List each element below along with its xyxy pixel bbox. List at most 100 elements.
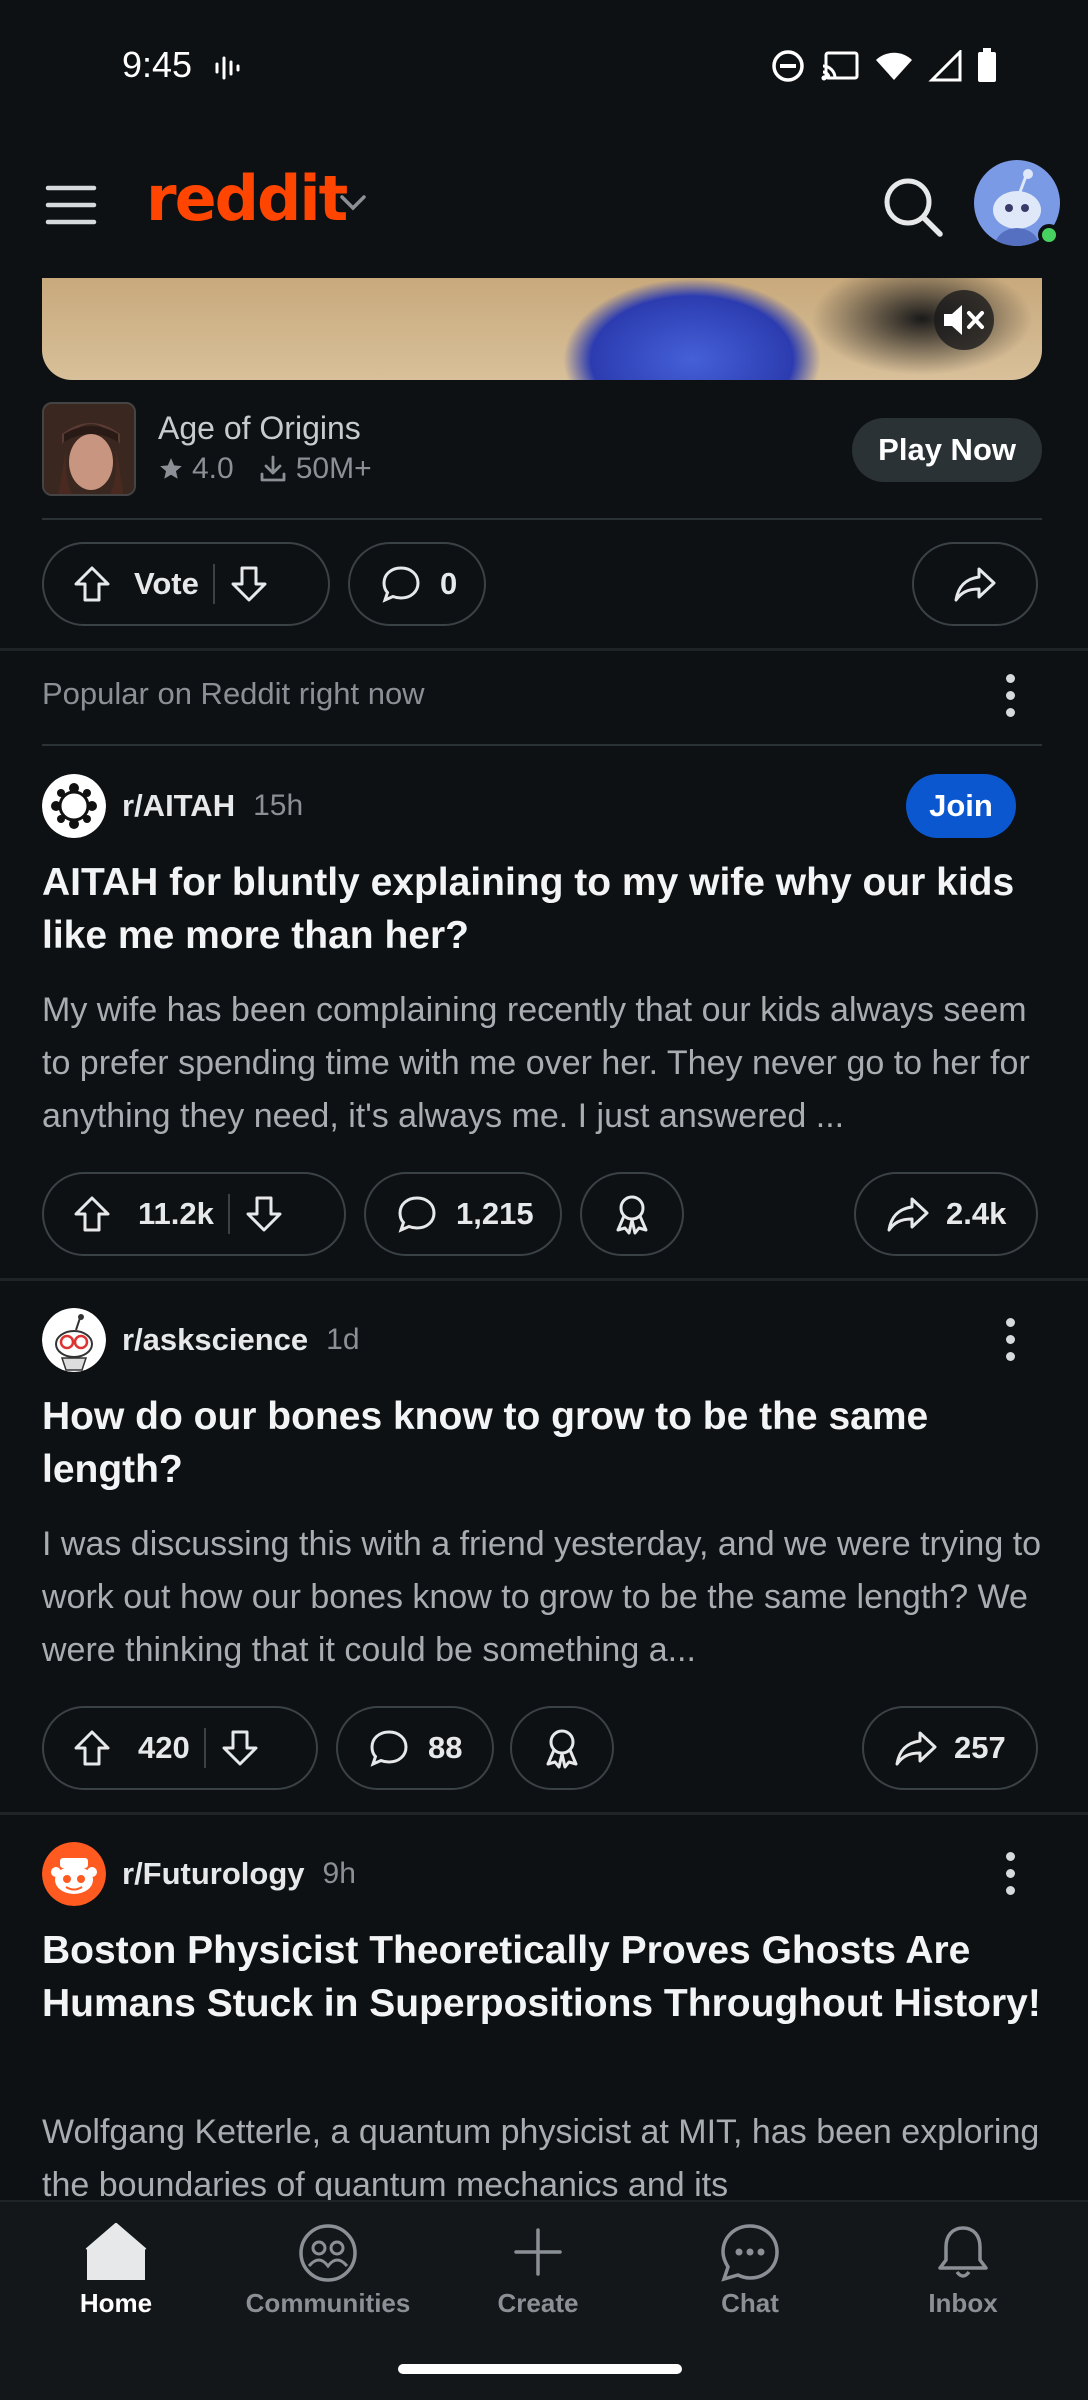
communities-icon <box>299 2224 357 2282</box>
join-button[interactable]: Join <box>906 774 1016 838</box>
comment-count: 0 <box>440 566 458 601</box>
post-header: r/askscience 1d <box>42 1308 360 1372</box>
nav-label: Communities <box>245 2288 411 2318</box>
search-icon[interactable] <box>880 174 946 240</box>
post-age: 9h <box>322 1857 356 1890</box>
post-body[interactable]: My wife has been complaining recently th… <box>42 984 1042 1143</box>
nav-home[interactable]: Home <box>16 2222 216 2319</box>
download-icon <box>260 455 286 482</box>
comment-icon <box>398 1196 436 1233</box>
vote-control: 11.2k <box>42 1172 346 1256</box>
subreddit-name[interactable]: r/AITAH <box>122 788 235 824</box>
downvote-icon[interactable] <box>229 564 269 604</box>
signal-icon <box>928 50 962 82</box>
divider <box>42 744 1042 746</box>
divider <box>0 1278 1088 1281</box>
mute-button[interactable] <box>934 290 994 350</box>
vote-count: 11.2k <box>138 1196 214 1231</box>
nav-label: Create <box>497 2288 579 2318</box>
post-menu-icon[interactable] <box>1000 1318 1020 1361</box>
post-body[interactable]: Wolfgang Ketterle, a quantum physicist a… <box>42 2106 1042 2200</box>
ad-app-meta: 4.0 50M+ <box>158 452 372 486</box>
subreddit-name[interactable]: r/askscience <box>122 1322 308 1358</box>
downvote-icon[interactable] <box>220 1728 260 1768</box>
award-button[interactable] <box>510 1706 614 1790</box>
post-header: r/Futurology 9h <box>42 1842 356 1906</box>
gesture-home-indicator[interactable] <box>398 2364 682 2374</box>
app-header: reddit <box>0 140 1088 270</box>
post-title[interactable]: Boston Physicist Theoretically Proves Gh… <box>42 1924 1042 2030</box>
comments-button[interactable]: 1,215 <box>364 1172 562 1256</box>
share-icon <box>895 1731 937 1766</box>
upvote-icon[interactable] <box>72 1194 112 1234</box>
ad-app-info: Age of Origins 4.0 50M+ Play Now <box>42 402 1042 498</box>
subreddit-icon[interactable] <box>42 1308 106 1372</box>
share-count: 2.4k <box>946 1196 1007 1231</box>
post-title[interactable]: AITAH for bluntly explaining to my wife … <box>42 856 1042 962</box>
ad-video[interactable] <box>42 278 1042 380</box>
vote-separator <box>227 1194 230 1234</box>
comment-count: 1,215 <box>456 1196 534 1231</box>
ad-rating: 4.0 <box>192 452 234 485</box>
divider <box>0 1812 1088 1815</box>
vote-control: Vote <box>42 542 330 626</box>
subreddit-icon[interactable] <box>42 774 106 838</box>
award-icon <box>616 1195 648 1235</box>
ad-downloads: 50M+ <box>295 452 372 485</box>
divider <box>42 518 1042 520</box>
vote-separator <box>203 1728 206 1768</box>
status-bar: 9:45 <box>0 0 1088 130</box>
post-menu-icon[interactable] <box>1000 1852 1020 1895</box>
vote-separator <box>212 564 215 604</box>
award-button[interactable] <box>580 1172 684 1256</box>
nav-inbox[interactable]: Inbox <box>863 2222 1063 2319</box>
nav-label: Home <box>79 2288 153 2318</box>
nav-label: Inbox <box>928 2288 998 2318</box>
post-age: 15h <box>253 789 304 822</box>
upvote-icon[interactable] <box>72 1728 112 1768</box>
ad-app-icon[interactable] <box>42 402 136 496</box>
comments-button[interactable]: 88 <box>336 1706 494 1790</box>
chat-icon <box>721 2224 779 2282</box>
aitah-logo-icon <box>42 774 106 838</box>
nav-communities[interactable]: Communities <box>228 2222 428 2319</box>
share-button[interactable]: 2.4k <box>854 1172 1038 1256</box>
nav-create[interactable]: Create <box>438 2222 638 2319</box>
divider <box>0 648 1088 651</box>
muted-speaker-icon <box>944 305 984 335</box>
post-body[interactable]: I was discussing this with a friend yest… <box>42 1518 1042 1677</box>
play-now-button[interactable]: Play Now <box>852 418 1042 482</box>
nav-chat[interactable]: Chat <box>650 2222 850 2319</box>
chevron-down-icon[interactable] <box>338 190 368 214</box>
feed-section-label: Popular on Reddit right now <box>42 676 425 711</box>
bell-icon <box>938 2226 988 2278</box>
wifi-icon <box>876 52 912 80</box>
subreddit-name[interactable]: r/Futurology <box>122 1856 305 1892</box>
vote-control: 420 <box>42 1706 318 1790</box>
upvote-icon[interactable] <box>72 564 112 604</box>
comment-count: 88 <box>428 1730 463 1765</box>
section-menu-icon[interactable] <box>1000 674 1020 717</box>
share-icon <box>887 1197 929 1232</box>
subreddit-icon[interactable] <box>42 1842 106 1906</box>
home-icon <box>85 2223 147 2280</box>
share-icon <box>954 567 996 602</box>
ad-video-frame <box>562 278 822 380</box>
comments-button[interactable]: 0 <box>348 542 486 626</box>
battery-icon <box>978 48 996 82</box>
share-button[interactable]: 257 <box>862 1706 1038 1790</box>
hamburger-menu-icon[interactable] <box>42 180 106 230</box>
futurology-logo-icon <box>42 1842 106 1906</box>
ad-video-shadow <box>802 278 1042 380</box>
award-icon <box>546 1729 578 1769</box>
share-button[interactable] <box>912 542 1038 626</box>
star-icon <box>160 458 182 479</box>
share-count: 257 <box>954 1730 1006 1765</box>
plus-icon <box>514 2228 562 2276</box>
status-icons <box>770 48 998 84</box>
post-title[interactable]: How do our bones know to grow to be the … <box>42 1390 1042 1496</box>
reddit-logo[interactable]: reddit <box>146 162 348 235</box>
status-time: 9:45 <box>122 44 193 85</box>
do-not-disturb-icon <box>772 50 804 82</box>
downvote-icon[interactable] <box>244 1194 284 1234</box>
